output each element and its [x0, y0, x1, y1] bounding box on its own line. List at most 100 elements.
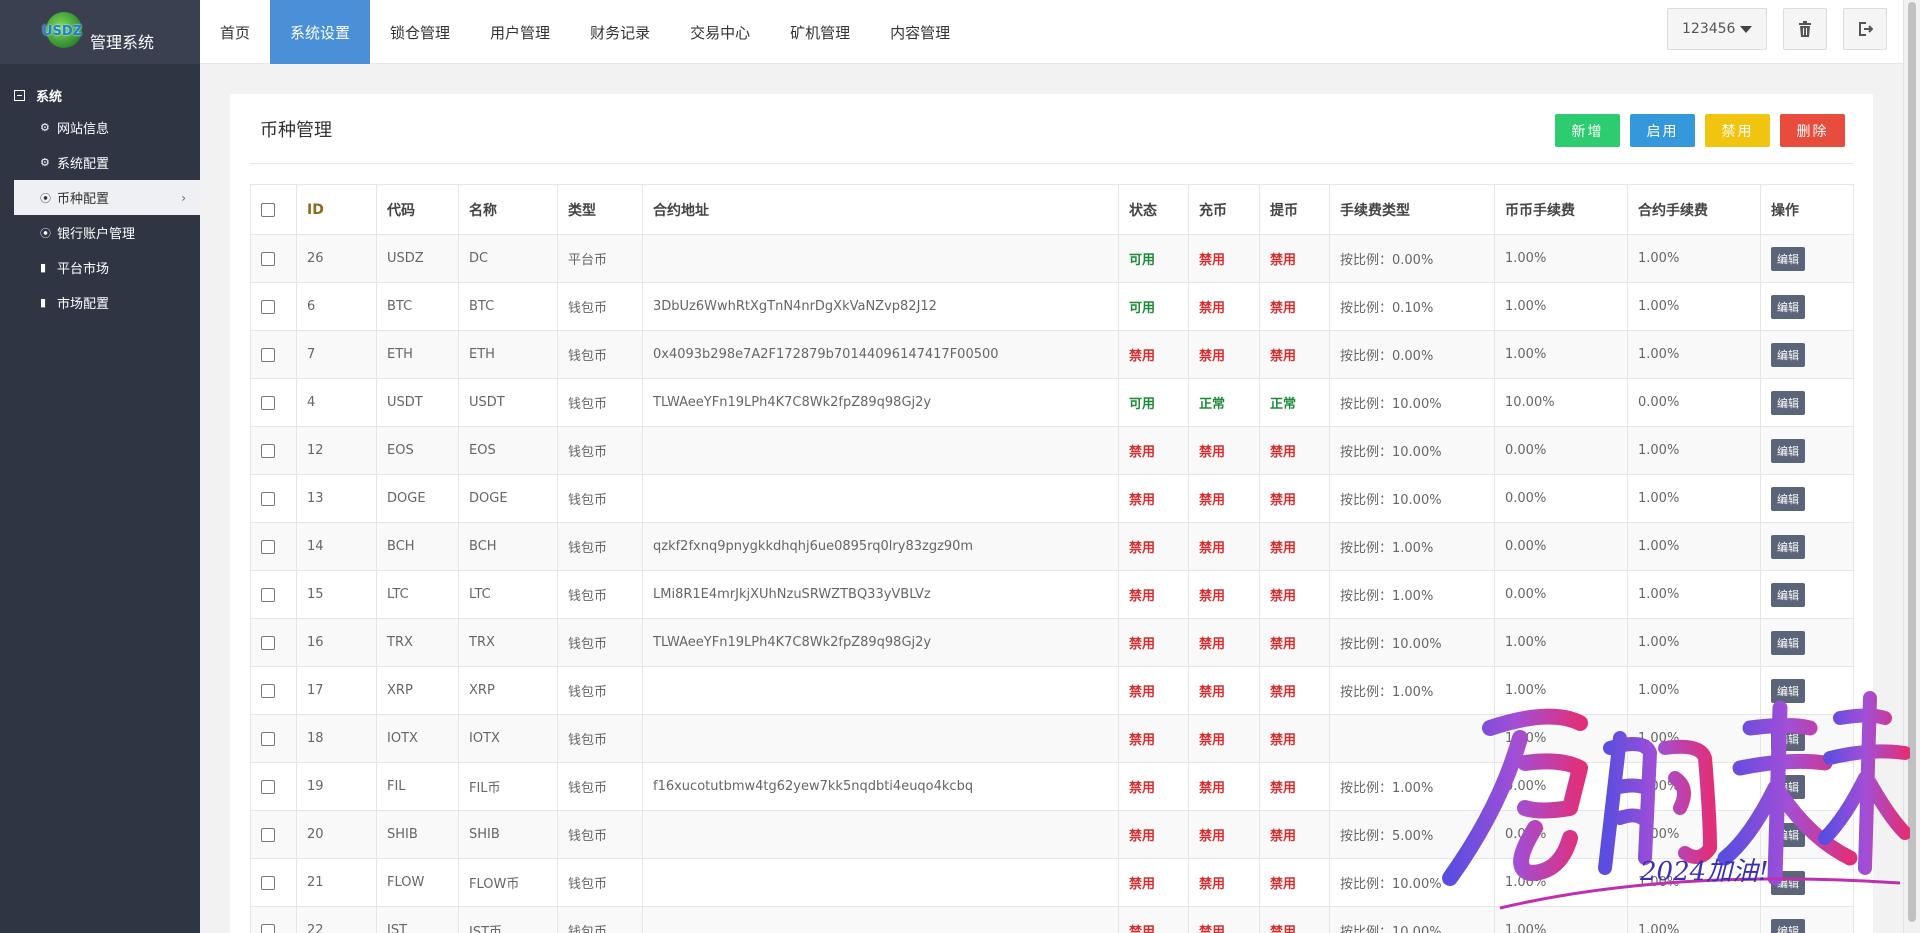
sidebar: USDZ 管理系统 系统 ⚙ 网站信息 ⚙ 系统配置 ⦿ 币种配置 › ⦿ 银行账户管理 ▮ 平台市…: [0, 0, 200, 933]
nav-tab[interactable]: 首页: [200, 0, 270, 64]
table-cell: qzkf2fxnq9pnygkkdhqhj6ue0895rq0lry83zgz9…: [642, 522, 1119, 571]
table-cell: 禁用: [1259, 330, 1330, 379]
cell-value: 0.00%: [1505, 587, 1547, 602]
sidebar-group-system[interactable]: 系统: [0, 80, 200, 110]
table-cell: IOTX: [376, 714, 459, 763]
sidebar-item[interactable]: ⚙ 系统配置: [0, 145, 200, 180]
edit-button[interactable]: 编辑: [1771, 726, 1805, 751]
row-checkbox[interactable]: [261, 395, 275, 410]
cell-value: USDT: [387, 395, 423, 410]
table-cell: 按比例：1.00%: [1329, 762, 1495, 811]
sidebar-item[interactable]: ⚙ 网站信息: [0, 110, 200, 145]
sidebar-item[interactable]: ⦿ 币种配置 ›: [14, 180, 200, 215]
top-navbar: 首页 系统设置 锁仓管理 用户管理 财务记录 交易中心 矿机管理 内容管理 123456: [200, 0, 1903, 64]
edit-button[interactable]: 编辑: [1771, 678, 1805, 703]
table-cell: BTC: [376, 282, 459, 331]
table-cell: [642, 714, 1119, 763]
nav-tab[interactable]: 锁仓管理: [370, 0, 470, 64]
table-cell: FLOW币: [458, 858, 558, 907]
row-checkbox[interactable]: [261, 635, 275, 650]
row-checkbox[interactable]: [261, 539, 275, 554]
edit-button[interactable]: 编辑: [1771, 774, 1805, 799]
select-cell: [250, 282, 297, 331]
table-cell: 按比例：1.00%: [1329, 522, 1495, 571]
action-cell: 编辑: [1760, 906, 1854, 933]
trash-icon: [1799, 21, 1811, 37]
cell-value: 禁用: [1270, 589, 1297, 604]
cell-value: BTC: [469, 299, 495, 314]
row-checkbox[interactable]: [261, 587, 275, 602]
row-checkbox[interactable]: [261, 491, 275, 506]
top-right-controls: 123456: [1667, 8, 1887, 50]
edit-button[interactable]: 编辑: [1771, 390, 1805, 415]
cell-value: DOGE: [387, 491, 426, 506]
row-checkbox[interactable]: [261, 827, 275, 842]
table-cell: 钱包币: [557, 666, 643, 715]
edit-button[interactable]: 编辑: [1771, 294, 1805, 319]
bar-chart-icon: ▮: [40, 296, 47, 309]
table-cell: 禁用: [1118, 906, 1189, 933]
sidebar-group-label: 系统: [36, 89, 63, 105]
cell-value: 1.00%: [1505, 875, 1547, 890]
table-row: 4 USDT USDT 钱包币 TLWAeeYFn19LPh4K7C8Wk2fpZ89q…: [250, 378, 1854, 427]
add-button[interactable]: 新增: [1555, 114, 1620, 147]
table-cell: LTC: [458, 570, 558, 619]
edit-button[interactable]: 编辑: [1771, 246, 1805, 271]
cell-value: 1.00%: [1638, 779, 1680, 794]
enable-button[interactable]: 启用: [1630, 114, 1695, 147]
table-cell: 禁用: [1188, 762, 1260, 811]
user-dropdown[interactable]: 123456: [1667, 8, 1767, 50]
row-checkbox[interactable]: [261, 923, 275, 933]
disable-button[interactable]: 禁用: [1705, 114, 1770, 147]
page-scrollbar[interactable]: [1903, 0, 1920, 933]
nav-tab[interactable]: 系统设置: [270, 0, 371, 64]
scrollbar-thumb[interactable]: [1908, 2, 1916, 922]
sidebar-item[interactable]: ⦿ 银行账户管理: [0, 215, 200, 250]
row-checkbox[interactable]: [261, 683, 275, 698]
table-cell: FLOW: [376, 858, 459, 907]
action-cell: 编辑: [1760, 762, 1854, 811]
edit-button[interactable]: 编辑: [1771, 870, 1805, 895]
table-cell: [642, 426, 1119, 475]
edit-button[interactable]: 编辑: [1771, 486, 1805, 511]
row-checkbox[interactable]: [261, 875, 275, 890]
nav-tab[interactable]: 内容管理: [870, 0, 970, 64]
trash-button[interactable]: [1783, 8, 1827, 50]
row-checkbox[interactable]: [261, 731, 275, 746]
table-cell: 禁用: [1259, 282, 1330, 331]
row-checkbox[interactable]: [261, 299, 275, 314]
nav-tab[interactable]: 交易中心: [670, 0, 770, 64]
column-header: 合约手续费: [1627, 184, 1761, 235]
edit-button[interactable]: 编辑: [1771, 342, 1805, 367]
logout-button[interactable]: [1843, 8, 1887, 50]
table-cell: 按比例：10.00%: [1329, 378, 1495, 427]
edit-button[interactable]: 编辑: [1771, 822, 1805, 847]
table-cell: 1.00%: [1627, 714, 1761, 763]
cell-value: 1.00%: [1638, 875, 1680, 890]
edit-button[interactable]: 编辑: [1771, 630, 1805, 655]
select-all-checkbox[interactable]: [261, 202, 275, 217]
table-cell: 1.00%: [1627, 762, 1761, 811]
cell-value: 1.00%: [1505, 923, 1547, 933]
table-cell: 禁用: [1118, 762, 1189, 811]
table-row: 19 FIL FIL币 钱包币 f16xucotutbmw4tg62yew7kk5nqd…: [250, 762, 1854, 811]
cell-value: 禁用: [1129, 925, 1156, 933]
table-cell: EOS: [458, 426, 558, 475]
edit-button[interactable]: 编辑: [1771, 582, 1805, 607]
chevron-right-icon: ›: [181, 190, 186, 205]
row-checkbox[interactable]: [261, 779, 275, 794]
edit-button[interactable]: 编辑: [1771, 438, 1805, 463]
sidebar-item[interactable]: ▮ 市场配置: [0, 285, 200, 320]
sidebar-item[interactable]: ▮ 平台市场: [0, 250, 200, 285]
delete-button[interactable]: 删除: [1780, 114, 1845, 147]
row-checkbox[interactable]: [261, 347, 275, 362]
edit-button[interactable]: 编辑: [1771, 534, 1805, 559]
nav-tab[interactable]: 矿机管理: [770, 0, 870, 64]
cell-value: 按比例：1.00%: [1340, 541, 1434, 556]
edit-button[interactable]: 编辑: [1771, 918, 1805, 933]
row-checkbox[interactable]: [261, 443, 275, 458]
row-checkbox[interactable]: [261, 251, 275, 266]
nav-tab[interactable]: 财务记录: [570, 0, 670, 64]
column-header: 代码: [376, 184, 459, 235]
nav-tab[interactable]: 用户管理: [470, 0, 570, 64]
